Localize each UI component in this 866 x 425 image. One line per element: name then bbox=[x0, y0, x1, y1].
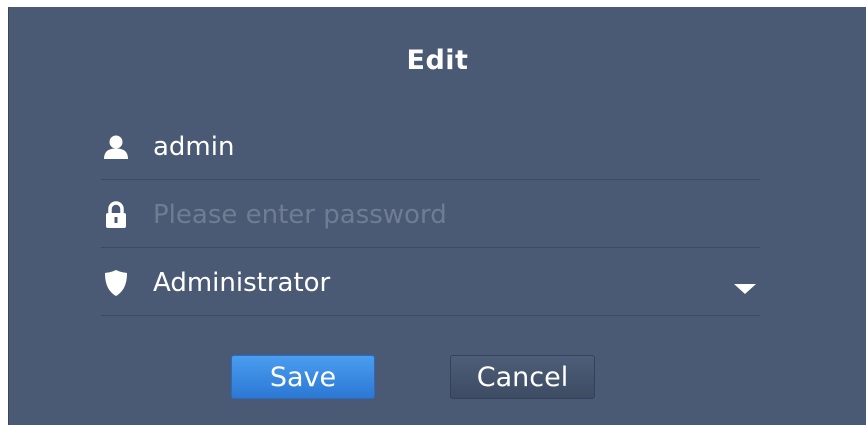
shield-icon bbox=[101, 268, 131, 298]
lock-icon bbox=[101, 200, 131, 230]
role-selected-value: Administrator bbox=[153, 268, 331, 298]
edit-dialog: Edit admin Administrator Save Cancel bbox=[8, 7, 866, 425]
chevron-down-icon[interactable] bbox=[734, 284, 756, 294]
password-field[interactable] bbox=[101, 182, 760, 248]
username-value: admin bbox=[153, 132, 235, 162]
username-field[interactable]: admin bbox=[101, 114, 760, 180]
password-input[interactable] bbox=[153, 198, 743, 232]
role-select[interactable]: Administrator bbox=[101, 250, 760, 316]
save-button[interactable]: Save bbox=[231, 355, 375, 399]
user-icon bbox=[101, 132, 131, 162]
dialog-title: Edit bbox=[406, 45, 469, 76]
cancel-button[interactable]: Cancel bbox=[450, 355, 595, 399]
